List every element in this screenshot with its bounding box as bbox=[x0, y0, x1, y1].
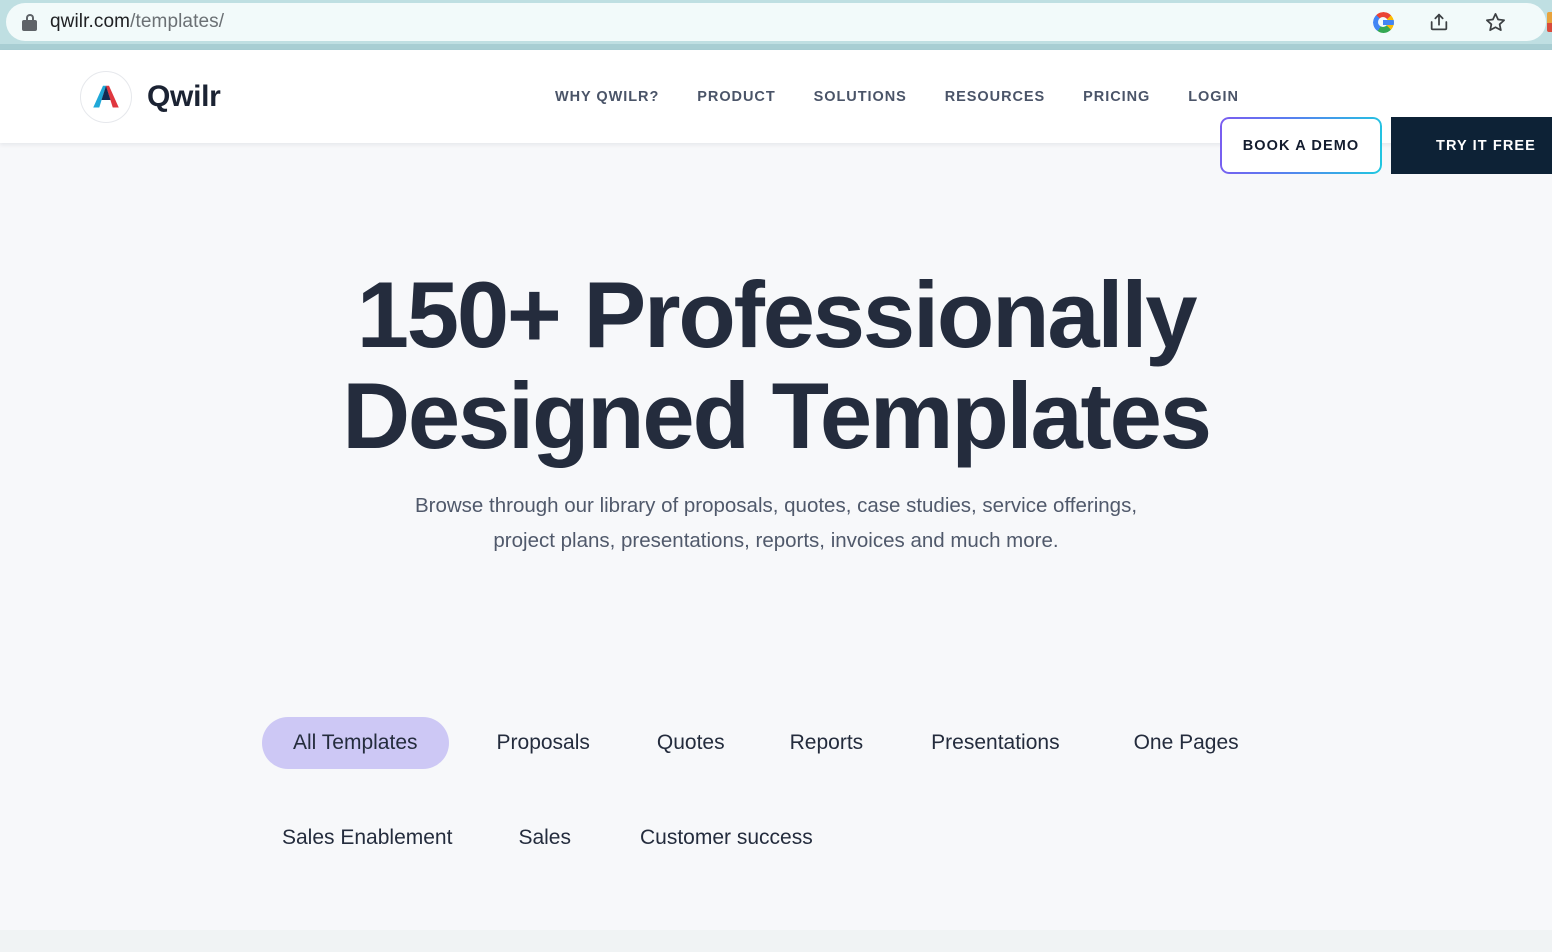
filter-presentations[interactable]: Presentations bbox=[931, 717, 1059, 769]
page-subtitle-line-2: project plans, presentations, reports, i… bbox=[493, 529, 1059, 553]
main-navigation: WHY QWILR? PRODUCT SOLUTIONS RESOURCES P… bbox=[536, 50, 1258, 143]
lock-icon bbox=[22, 13, 37, 31]
nav-product[interactable]: PRODUCT bbox=[678, 89, 794, 105]
nav-solutions[interactable]: SOLUTIONS bbox=[795, 89, 926, 105]
try-it-free-label: TRY IT FREE bbox=[1436, 137, 1536, 154]
filter-customer-success[interactable]: Customer success bbox=[640, 812, 813, 864]
nav-pricing[interactable]: PRICING bbox=[1064, 89, 1169, 105]
nav-why-qwilr[interactable]: WHY QWILR? bbox=[536, 89, 678, 105]
site-header: Qwilr WHY QWILR? PRODUCT SOLUTIONS RESOU… bbox=[0, 50, 1552, 174]
browser-toolbar: qwilr.com/templates/ bbox=[0, 0, 1552, 44]
page-subtitle-line-1: Browse through our library of proposals,… bbox=[414, 494, 1138, 517]
hero-section: 150+ Professionally Designed Templates B… bbox=[0, 143, 1552, 930]
logo-home-link[interactable]: Qwilr bbox=[80, 71, 221, 123]
google-icon[interactable] bbox=[1370, 9, 1396, 35]
bookmark-star-icon[interactable] bbox=[1482, 9, 1508, 35]
filter-sales-enablement[interactable]: Sales Enablement bbox=[282, 812, 452, 864]
filter-row-secondary: Sales Enablement Sales Customer success bbox=[262, 812, 1322, 864]
filter-sales[interactable]: Sales bbox=[518, 812, 571, 864]
logo-wordmark: Qwilr bbox=[147, 80, 221, 113]
filter-quotes[interactable]: Quotes bbox=[657, 717, 725, 769]
page-bottom-band bbox=[0, 930, 1552, 952]
page-title: 150+ Professionally Designed Templates bbox=[0, 262, 1552, 468]
url-domain: qwilr.com bbox=[50, 11, 131, 32]
page-subtitle: Browse through our library of proposals,… bbox=[0, 488, 1552, 559]
template-category-filters: All Templates Proposals Quotes Reports P… bbox=[262, 717, 1322, 864]
address-bar[interactable]: qwilr.com/templates/ bbox=[6, 3, 1546, 41]
filter-reports[interactable]: Reports bbox=[790, 717, 864, 769]
nav-login[interactable]: LOGIN bbox=[1169, 89, 1258, 105]
filter-row-primary: All Templates Proposals Quotes Reports P… bbox=[262, 717, 1322, 769]
filter-all-templates[interactable]: All Templates bbox=[262, 717, 449, 769]
try-it-free-button[interactable]: TRY IT FREE bbox=[1391, 117, 1552, 174]
extension-icon-partial[interactable] bbox=[1547, 12, 1552, 32]
nav-resources[interactable]: RESOURCES bbox=[926, 89, 1064, 105]
share-icon[interactable] bbox=[1426, 9, 1452, 35]
url-path: /templates/ bbox=[130, 11, 225, 32]
url-text: qwilr.com/templates/ bbox=[50, 11, 224, 33]
book-a-demo-label: BOOK A DEMO bbox=[1242, 137, 1360, 154]
page-title-line-2: Designed Templates bbox=[342, 362, 1212, 468]
qwilr-logo-icon bbox=[80, 71, 132, 123]
filter-proposals[interactable]: Proposals bbox=[497, 717, 590, 769]
book-a-demo-button[interactable]: BOOK A DEMO bbox=[1220, 117, 1382, 174]
filter-one-pages[interactable]: One Pages bbox=[1134, 717, 1239, 769]
page-title-line-1: 150+ Professionally bbox=[356, 262, 1198, 367]
